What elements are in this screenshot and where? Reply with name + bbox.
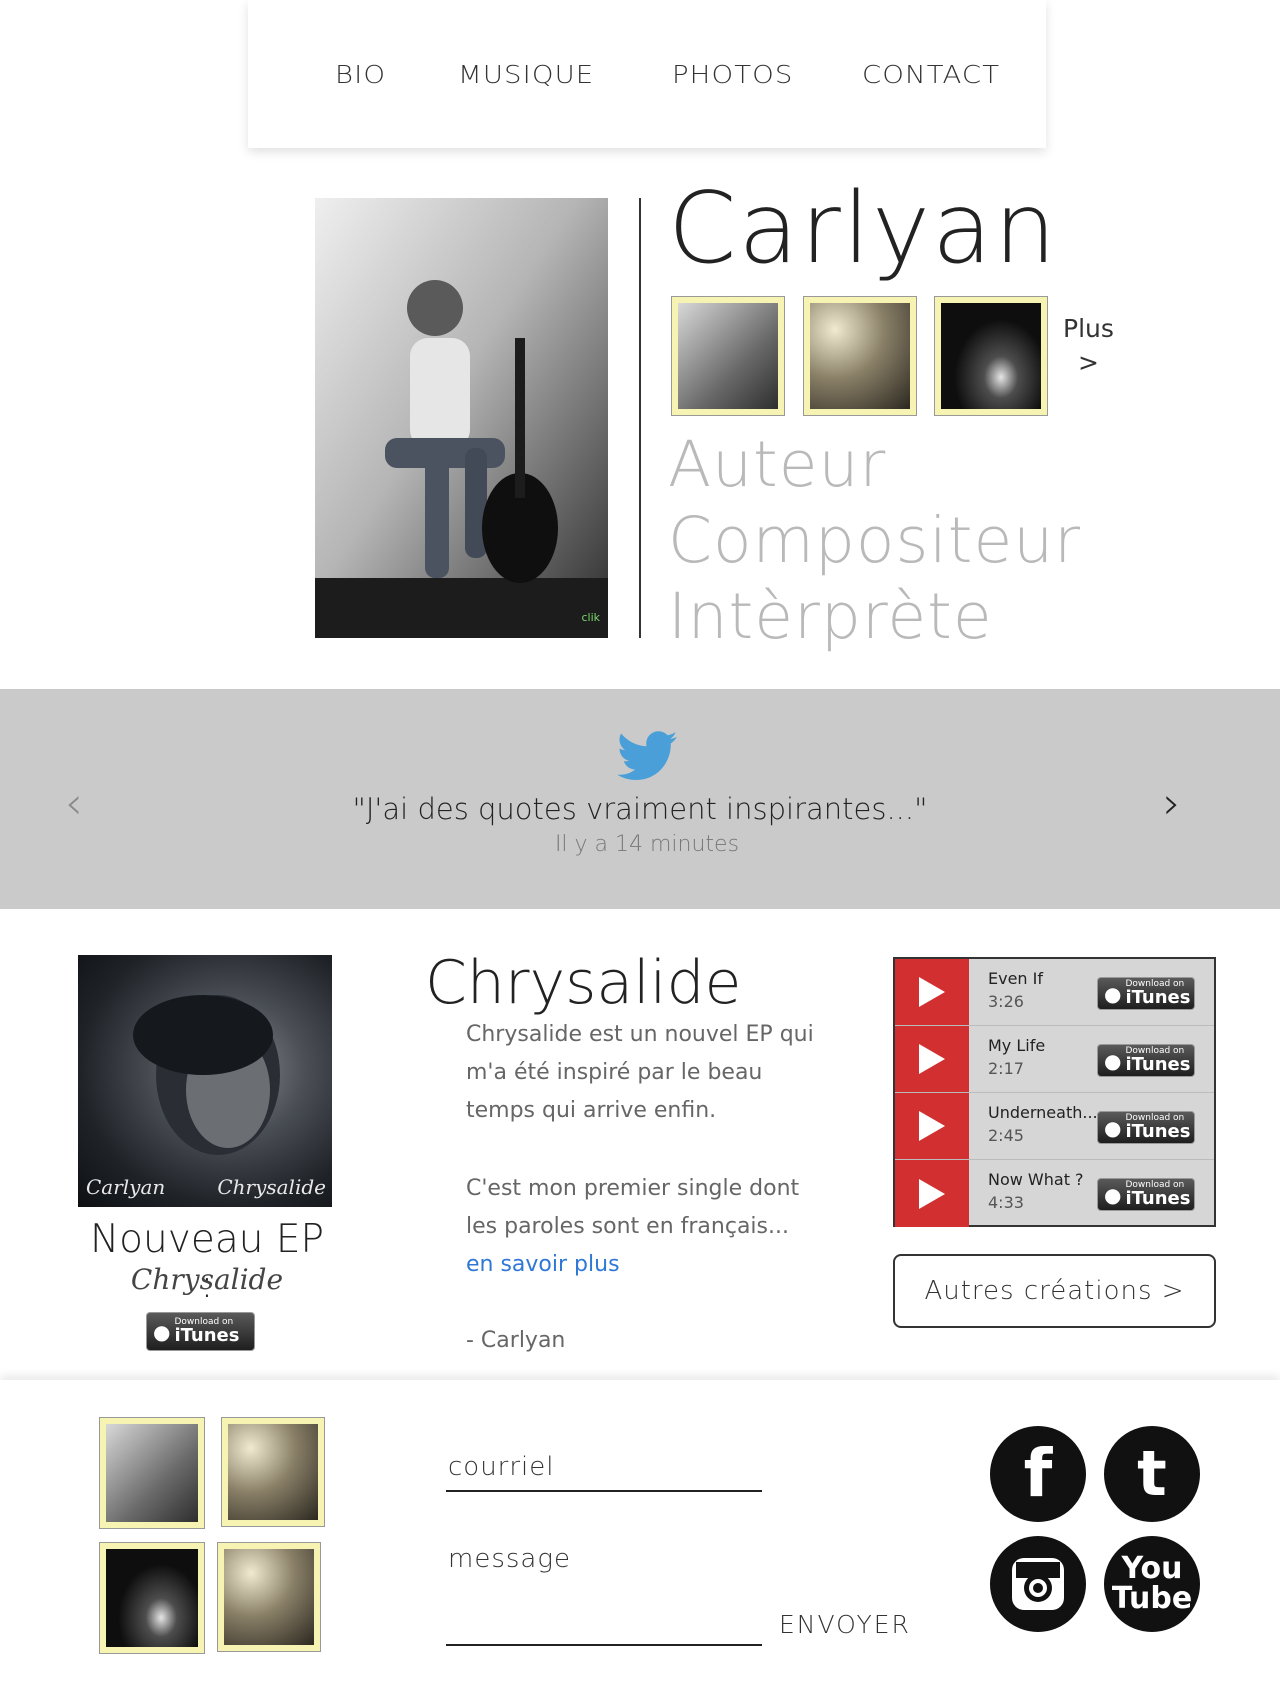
ep-itunes-button[interactable]: ● Download on iTunes [146,1312,255,1351]
twitter-icon[interactable]: t [1104,1426,1200,1522]
footer-thumb-3[interactable] [99,1542,205,1654]
track-duration: 2:45 [988,1126,1024,1145]
play-button[interactable] [895,1026,969,1092]
play-button[interactable] [895,1093,969,1159]
track-name: Now What ? [988,1170,1084,1189]
plus-arrow: > [1077,348,1099,377]
play-icon [919,1178,945,1209]
itunes-big-label: iTunes [1125,1054,1191,1075]
youtube-top: You [1121,1551,1183,1586]
track-row: My Life 2:17 ● Download on iTunes [895,1026,1214,1093]
ep-cover-face [133,995,280,1155]
track-duration: 4:33 [988,1193,1024,1212]
nav-musique[interactable]: MUSIQUE [458,60,594,89]
instagram-icon[interactable] [990,1536,1086,1632]
track-itunes-button[interactable]: ● Download on iTunes [1097,1044,1195,1077]
facebook-icon[interactable]: f [990,1426,1086,1522]
hero-divider [639,198,641,638]
ep-signature: - Carlyan [466,1328,566,1353]
footer-thumb-1[interactable] [99,1417,205,1529]
hero-thumb-3[interactable] [934,296,1048,416]
youtube-icon[interactable]: You Tube [1104,1536,1200,1632]
apple-icon: ● [1104,981,1122,1006]
youtube-bottom: Tube [1111,1581,1193,1616]
role-auteur: Auteur [668,428,887,501]
play-icon [919,1044,945,1074]
footer-thumb-2[interactable] [221,1417,325,1527]
photo-watermark: clik [581,611,600,624]
twitter-bird-icon [617,731,677,780]
role-compositeur: Compositeur [668,504,1082,577]
message-field[interactable]: message [448,1544,571,1574]
hero-photo: clik [315,198,608,638]
track-itunes-button[interactable]: ● Download on iTunes [1097,1111,1195,1144]
read-more-link[interactable]: en savoir plus [466,1246,826,1284]
apple-icon: ● [153,1319,171,1344]
nav-bio[interactable]: BIO [335,60,386,89]
ep-cover[interactable]: Carlyan Chrysalide [78,955,332,1207]
itunes-big-label: iTunes [174,1325,240,1346]
track-row: Underneath... 2:45 ● Download on iTunes [895,1093,1214,1160]
message-underline [446,1644,762,1646]
itunes-big-label: iTunes [1125,1188,1191,1209]
email-field[interactable]: courriel [448,1452,555,1482]
top-navigation: BIO MUSIQUE PHOTOS CONTACT [248,0,1046,148]
cover-signature-right: Chrysalide [217,1175,326,1199]
track-name: Underneath... [988,1103,1098,1122]
hero-thumb-2[interactable] [803,296,917,416]
hero-photo-figure [315,198,608,638]
itunes-big-label: iTunes [1125,1121,1191,1142]
plus-label: Plus [1063,314,1114,343]
artist-name: Carlyan [668,172,1059,286]
play-icon [919,1111,945,1141]
track-duration: 2:17 [988,1059,1024,1078]
itunes-big-label: iTunes [1125,987,1191,1008]
track-itunes-button[interactable]: ● Download on iTunes [1097,977,1195,1010]
more-photos-link[interactable]: Plus > [1063,312,1114,380]
track-player: Even If 3:26 ● Download on iTunes My Life… [893,957,1216,1227]
track-duration: 3:26 [988,992,1024,1011]
apple-icon: ● [1104,1182,1122,1207]
send-button[interactable]: ENVOYER [779,1610,911,1639]
ep-paragraph-1: Chrysalide est un nouvel EP qui m'a été … [466,1022,814,1123]
play-button[interactable] [895,959,969,1025]
ep-script-name: Chrysalide [130,1263,284,1296]
ep-heading: Chrysalide [425,948,742,1018]
tweet-quote: "J'ai des quotes vraiment inspirantes...… [352,792,928,826]
footer-thumb-4[interactable] [217,1542,321,1652]
ep-paragraph-2: C'est mon premier single dont les parole… [466,1176,800,1239]
track-name: Even If [988,969,1043,988]
play-icon [919,977,945,1007]
apple-icon: ● [1104,1115,1122,1140]
tweet-time: Il y a 14 minutes [554,832,740,857]
track-name: My Life [988,1036,1046,1055]
email-underline [446,1490,762,1492]
instagram-glyph [1012,1558,1064,1610]
nav-contact[interactable]: CONTACT [862,60,1000,89]
track-itunes-button[interactable]: ● Download on iTunes [1097,1178,1195,1211]
cover-signature-left: Carlyan [86,1175,166,1199]
nav-photos[interactable]: PHOTOS [672,60,793,89]
track-row: Even If 3:26 ● Download on iTunes [895,959,1214,1026]
play-button[interactable] [895,1160,969,1227]
apple-icon: ● [1104,1048,1122,1073]
hero-thumb-1[interactable] [671,296,785,416]
other-creations-button[interactable]: Autres créations > [893,1254,1216,1328]
role-interprete: Intèrprète [668,580,993,653]
track-row: Now What ? 4:33 ● Download on iTunes [895,1160,1214,1227]
